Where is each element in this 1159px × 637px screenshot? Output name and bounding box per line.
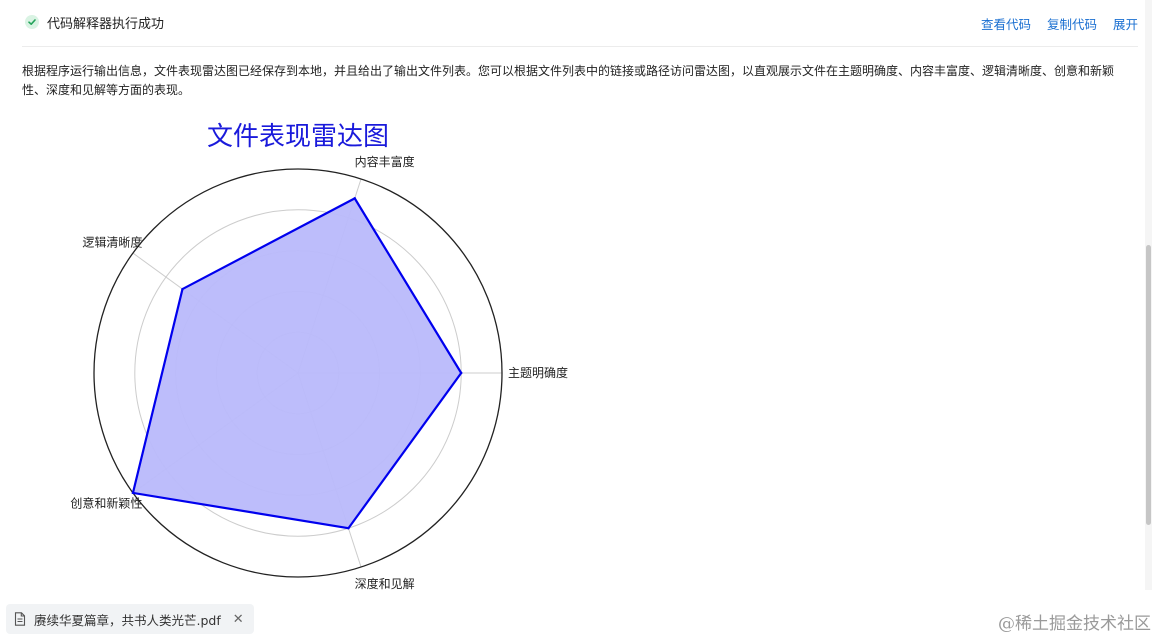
data-point-1 — [460, 371, 463, 375]
axis-label-1: 主题明确度 — [508, 365, 568, 380]
data-point-4 — [131, 491, 135, 495]
success-check-icon — [25, 15, 39, 29]
radar-series — [131, 196, 463, 530]
code-interpreter-card: 代码解释器执行成功 查看代码 复制代码 展开 根据程序运行输出信息，文件表现雷达… — [0, 0, 1152, 590]
axis-label-2: 内容丰富度 — [355, 154, 415, 169]
radar-chart: 文件表现雷达图 主题明确度 内容丰富度逻辑清晰度创意和新颖性深度和见解 — [70, 121, 568, 590]
copy-code-button[interactable]: 复制代码 — [1047, 17, 1097, 32]
result-header: 代码解释器执行成功 查看代码 复制代码 展开 — [22, 0, 1138, 47]
header-actions: 查看代码 复制代码 展开 — [969, 14, 1138, 33]
scrollbar-thumb[interactable] — [1146, 245, 1151, 525]
file-icon — [14, 612, 26, 626]
result-description: 根据程序运行输出信息，文件表现雷达图已经保存到本地，并且给出了输出文件列表。您可… — [22, 64, 1115, 97]
data-point-5 — [347, 527, 350, 530]
attachment-chip[interactable]: 赓续华夏篇章，共书人类光芒.pdf ✕ — [6, 604, 254, 634]
attachment-filename: 赓续华夏篇章，共书人类光芒.pdf — [34, 612, 221, 628]
chart-title: 文件表现雷达图 — [207, 121, 389, 151]
axis-label-5: 深度和见解 — [355, 576, 415, 590]
series-polygon — [131, 196, 463, 530]
close-icon[interactable]: ✕ — [233, 612, 244, 627]
data-point-3 — [181, 287, 184, 291]
data-point-2 — [353, 197, 356, 200]
expand-button[interactable]: 展开 — [1113, 17, 1138, 32]
scrollbar[interactable] — [1145, 0, 1152, 590]
watermark: @稀土掘金技术社区 — [998, 614, 1151, 634]
axis-label-3: 逻辑清晰度 — [82, 235, 142, 250]
status-text: 代码解释器执行成功 — [47, 17, 165, 32]
view-code-button[interactable]: 查看代码 — [981, 17, 1031, 32]
axis-label-4: 创意和新颖性 — [70, 495, 142, 510]
